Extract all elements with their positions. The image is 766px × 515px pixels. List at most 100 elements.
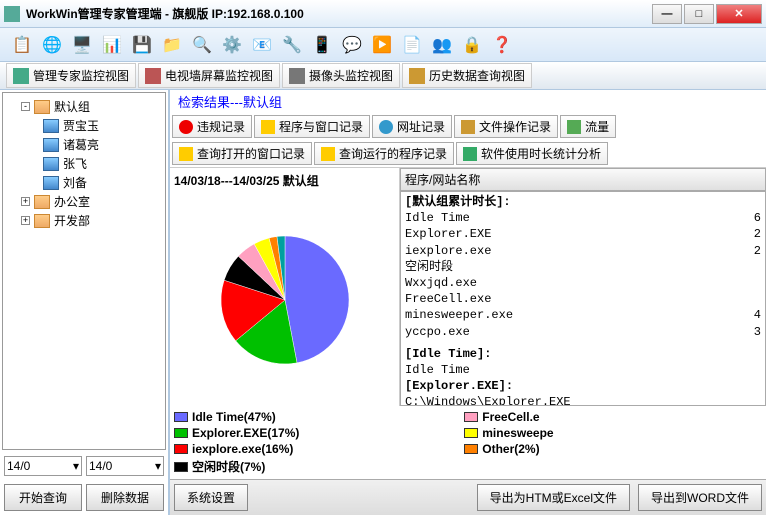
- tvwall-icon: [145, 68, 161, 84]
- camera-icon: [289, 68, 305, 84]
- toolbar-icon-4[interactable]: 📊: [98, 31, 126, 59]
- swatch-icon: [174, 412, 188, 422]
- toolbar-icon-1[interactable]: 📋: [8, 31, 36, 59]
- toolbar-icon-12[interactable]: 💬: [338, 31, 366, 59]
- file-icon: [461, 120, 475, 134]
- computer-tree[interactable]: -默认组 贾宝玉 诸葛亮 张飞 刘备 +办公室 +开发部: [2, 92, 166, 450]
- legend-item: Idle Time(47%): [174, 410, 456, 424]
- tree-user[interactable]: 诸葛亮: [7, 135, 161, 154]
- list-group-header: [Explorer.EXE]:: [405, 378, 761, 394]
- search-result-label: 检索结果---默认组: [170, 90, 766, 113]
- tab-traffic[interactable]: 流量: [560, 115, 616, 138]
- subtab-usage-stats[interactable]: 软件使用时长统计分析: [456, 142, 608, 165]
- subtab-window-records[interactable]: 查询打开的窗口记录: [172, 142, 312, 165]
- toolbar-icon-monitor[interactable]: 🖥️: [68, 31, 96, 59]
- list-item[interactable]: 空闲时段: [405, 259, 761, 275]
- swatch-icon: [464, 412, 478, 422]
- toolbar-icon-6[interactable]: 📁: [158, 31, 186, 59]
- app-icon: [4, 6, 20, 22]
- toolbar-icon-16[interactable]: 🔒: [458, 31, 486, 59]
- chart-legend: Idle Time(47%) FreeCell.e Explorer.EXE(1…: [170, 406, 766, 479]
- legend-item: 空闲时段(7%): [174, 458, 456, 475]
- dropdown-icon: ▾: [73, 459, 79, 473]
- record-tabs: 违规记录 程序与窗口记录 网址记录 文件操作记录 流量: [170, 113, 766, 140]
- dropdown-icon: ▾: [155, 459, 161, 473]
- swatch-icon: [464, 444, 478, 454]
- system-settings-button[interactable]: 系统设置: [174, 484, 248, 511]
- chart-panel: 14/03/18---14/03/25 默认组: [170, 168, 400, 406]
- monitor-icon: [13, 68, 29, 84]
- tab-url[interactable]: 网址记录: [372, 115, 452, 138]
- tree-user[interactable]: 贾宝玉: [7, 116, 161, 135]
- expand-icon[interactable]: +: [21, 197, 30, 206]
- query-button[interactable]: 开始查询: [4, 484, 82, 511]
- tab-violation[interactable]: 违规记录: [172, 115, 252, 138]
- list-item[interactable]: minesweeper.exe4: [405, 307, 761, 323]
- titlebar: WorkWin管理专家管理端 - 旗舰版 IP:192.168.0.100 — …: [0, 0, 766, 28]
- view-tab-tvwall[interactable]: 电视墙屏幕监控视图: [138, 63, 280, 88]
- subtab-program-records[interactable]: 查询运行的程序记录: [314, 142, 454, 165]
- bottom-toolbar: 系统设置 导出为HTM或Excel文件 导出到WORD文件: [170, 479, 766, 515]
- toolbar-icon-13[interactable]: ▶️: [368, 31, 396, 59]
- left-panel: -默认组 贾宝玉 诸葛亮 张飞 刘备 +办公室 +开发部 14/0▾ 14/0▾…: [0, 90, 170, 515]
- pie-chart: [170, 193, 399, 406]
- view-tab-camera[interactable]: 摄像头监控视图: [282, 63, 400, 88]
- list-item[interactable]: C:\Windows\Explorer.EXE: [405, 394, 761, 406]
- computer-icon: [43, 119, 59, 133]
- tree-user[interactable]: 刘备: [7, 173, 161, 192]
- list-item[interactable]: iexplore.exe2: [405, 243, 761, 259]
- toolbar-icon-9[interactable]: 📧: [248, 31, 276, 59]
- legend-item: Explorer.EXE(17%): [174, 426, 456, 440]
- list-item[interactable]: FreeCell.exe: [405, 291, 761, 307]
- computer-icon: [43, 138, 59, 152]
- traffic-icon: [567, 120, 581, 134]
- search-icon: [321, 147, 335, 161]
- list-item[interactable]: yccpo.exe3: [405, 324, 761, 340]
- toolbar-icon-8[interactable]: ⚙️: [218, 31, 246, 59]
- toolbar-icon-17[interactable]: ❓: [488, 31, 516, 59]
- sub-tabs: 查询打开的窗口记录 查询运行的程序记录 软件使用时长统计分析: [170, 140, 766, 168]
- maximize-button[interactable]: □: [684, 4, 714, 24]
- toolbar-icon-globe[interactable]: 🌐: [38, 31, 66, 59]
- date-from-input[interactable]: 14/0▾: [4, 456, 82, 476]
- toolbar-icon-7[interactable]: 🔍: [188, 31, 216, 59]
- view-tab-history[interactable]: 历史数据查询视图: [402, 63, 532, 88]
- toolbar-icon-11[interactable]: 📱: [308, 31, 336, 59]
- toolbar-icon-15[interactable]: 👥: [428, 31, 456, 59]
- swatch-icon: [174, 444, 188, 454]
- view-tab-monitor[interactable]: 管理专家监控视图: [6, 63, 136, 88]
- toolbar-icon-5[interactable]: 💾: [128, 31, 156, 59]
- list-item[interactable]: Explorer.EXE2: [405, 226, 761, 242]
- toolbar-icon-14[interactable]: 📄: [398, 31, 426, 59]
- list-group-header: [默认组累计时长]:: [405, 194, 761, 210]
- computer-icon: [43, 176, 59, 190]
- delete-button[interactable]: 删除数据: [86, 484, 164, 511]
- program-list[interactable]: [默认组累计时长]: Idle Time6 Explorer.EXE2 iexp…: [400, 191, 766, 406]
- list-item[interactable]: Wxxjqd.exe: [405, 275, 761, 291]
- view-tabs: 管理专家监控视图 电视墙屏幕监控视图 摄像头监控视图 历史数据查询视图: [0, 62, 766, 90]
- list-group-header: [Idle Time]:: [405, 346, 761, 362]
- export-word-button[interactable]: 导出到WORD文件: [638, 484, 762, 511]
- export-htm-excel-button[interactable]: 导出为HTM或Excel文件: [477, 484, 630, 511]
- tree-group[interactable]: +办公室: [7, 192, 161, 211]
- group-icon: [34, 195, 50, 209]
- date-to-input[interactable]: 14/0▾: [86, 456, 164, 476]
- tree-root[interactable]: -默认组: [7, 97, 161, 116]
- swatch-icon: [464, 428, 478, 438]
- toolbar-icon-10[interactable]: 🔧: [278, 31, 306, 59]
- close-button[interactable]: ✕: [716, 4, 762, 24]
- list-item[interactable]: Idle Time: [405, 362, 761, 378]
- collapse-icon[interactable]: -: [21, 102, 30, 111]
- list-item[interactable]: Idle Time6: [405, 210, 761, 226]
- list-header: 程序/网站名称: [400, 168, 766, 191]
- tab-program[interactable]: 程序与窗口记录: [254, 115, 370, 138]
- chart-icon: [463, 147, 477, 161]
- tab-file[interactable]: 文件操作记录: [454, 115, 558, 138]
- tree-group[interactable]: +开发部: [7, 211, 161, 230]
- legend-item: iexplore.exe(16%): [174, 442, 456, 456]
- window-icon: [261, 120, 275, 134]
- minimize-button[interactable]: —: [652, 4, 682, 24]
- tree-user[interactable]: 张飞: [7, 154, 161, 173]
- swatch-icon: [174, 428, 188, 438]
- expand-icon[interactable]: +: [21, 216, 30, 225]
